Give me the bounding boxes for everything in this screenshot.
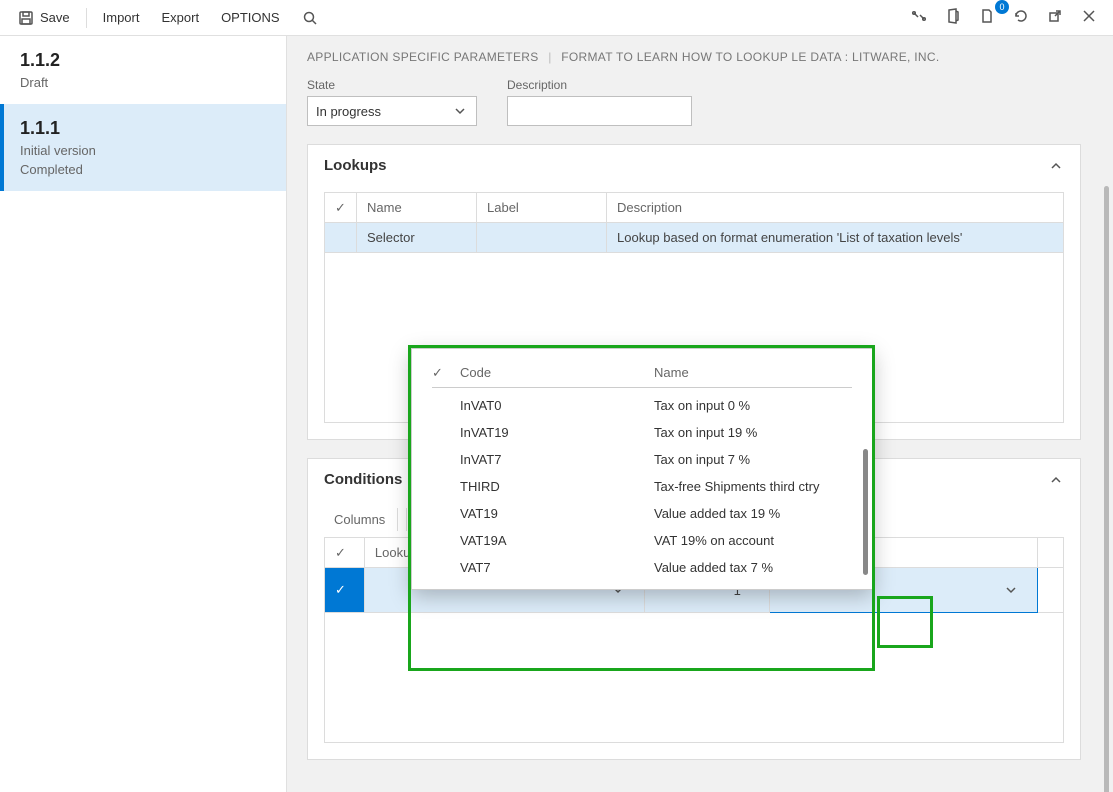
description-label: Description <box>507 78 692 92</box>
sidebar-item-111[interactable]: 1.1.1 Initial version Completed <box>0 104 286 191</box>
grid-empty-area <box>324 613 1064 743</box>
scrollbar[interactable] <box>1101 36 1113 792</box>
options-button[interactable]: OPTIONS <box>211 6 290 29</box>
state-label: State <box>307 78 477 92</box>
version-desc: Initial version <box>20 143 266 158</box>
cell-description: Lookup based on format enumeration 'List… <box>607 223 1064 253</box>
lookup-row[interactable]: Selector Lookup based on format enumerat… <box>325 223 1064 253</box>
col-select[interactable]: ✓ <box>325 193 357 223</box>
toolbar-sep <box>397 508 407 531</box>
breadcrumb: APPLICATION SPECIFIC PARAMETERS | FORMAT… <box>307 50 1081 64</box>
chevron-down-icon <box>452 103 468 119</box>
save-label: Save <box>40 10 70 25</box>
state-value: In progress <box>316 104 381 119</box>
col-name[interactable]: Name <box>654 365 689 381</box>
messages-button[interactable]: 0 <box>971 4 1003 31</box>
popup-header: ✓ Code Name <box>432 361 852 388</box>
col-description[interactable]: Description <box>607 193 1064 223</box>
connector-icon <box>911 8 927 24</box>
code-lookup-popup: ✓ Code Name InVAT0Tax on input 0 % InVAT… <box>411 348 873 590</box>
connector-button[interactable] <box>903 4 935 31</box>
cell-name: Selector <box>357 223 477 253</box>
refresh-button[interactable] <box>1005 4 1037 31</box>
columns-button[interactable]: Columns <box>326 508 393 531</box>
sidebar: 1.1.2 Draft 1.1.1 Initial version Comple… <box>0 36 287 792</box>
row-select[interactable]: ✓ <box>325 568 365 613</box>
separator <box>86 8 87 28</box>
toolbar: Save Import Export OPTIONS 0 <box>0 0 1113 36</box>
lookups-title: Lookups <box>324 157 387 174</box>
col-code[interactable]: Code <box>460 365 654 381</box>
breadcrumb-separator: | <box>548 50 551 64</box>
version-status: Completed <box>20 162 266 177</box>
popup-row[interactable]: VAT19Value added tax 19 % <box>432 500 852 527</box>
popup-row[interactable]: InVAT19Tax on input 19 % <box>432 419 852 446</box>
cell-label <box>477 223 607 253</box>
popup-row[interactable]: InVAT0Tax on input 0 % <box>432 392 852 419</box>
collapse-icon[interactable] <box>1048 472 1064 488</box>
row-select[interactable] <box>325 223 357 253</box>
scrollbar-thumb[interactable] <box>1104 186 1109 792</box>
state-field: State In progress <box>307 78 477 126</box>
check-icon[interactable]: ✓ <box>432 365 443 380</box>
sidebar-item-112[interactable]: 1.1.2 Draft <box>0 36 286 104</box>
document-icon <box>979 8 995 24</box>
chevron-down-icon[interactable] <box>1003 582 1019 598</box>
breadcrumb-part1: APPLICATION SPECIFIC PARAMETERS <box>307 50 539 64</box>
state-select[interactable]: In progress <box>307 96 477 126</box>
description-field: Description <box>507 78 692 126</box>
popup-scrollbar[interactable] <box>863 449 868 575</box>
search-button[interactable] <box>292 6 328 30</box>
conditions-title: Conditions <box>324 471 402 488</box>
version-title: 1.1.1 <box>20 118 266 139</box>
col-name[interactable]: Name <box>357 193 477 223</box>
col-spacer <box>1037 538 1063 568</box>
import-button[interactable]: Import <box>93 6 150 29</box>
lookups-grid: ✓ Name Label Description Selector Lookup… <box>324 192 1064 253</box>
col-label[interactable]: Label <box>477 193 607 223</box>
collapse-icon[interactable] <box>1048 158 1064 174</box>
popup-row[interactable]: VAT7Value added tax 7 % <box>432 554 852 581</box>
popup-row[interactable]: InVAT7Tax on input 7 % <box>432 446 852 473</box>
cell-spacer <box>1037 568 1063 613</box>
office-button[interactable] <box>937 4 969 31</box>
popout-button[interactable] <box>1039 4 1071 31</box>
version-title: 1.1.2 <box>20 50 266 71</box>
save-button[interactable]: Save <box>8 6 80 30</box>
col-select[interactable]: ✓ <box>325 538 365 568</box>
close-icon <box>1081 8 1097 24</box>
save-icon <box>18 10 34 26</box>
popout-icon <box>1047 8 1063 24</box>
breadcrumb-part2: FORMAT TO LEARN HOW TO LOOKUP LE DATA : … <box>561 50 939 64</box>
popup-row[interactable]: THIRDTax-free Shipments third ctry <box>432 473 852 500</box>
description-input[interactable] <box>507 96 692 126</box>
refresh-icon <box>1013 8 1029 24</box>
export-button[interactable]: Export <box>151 6 209 29</box>
close-button[interactable] <box>1073 4 1105 31</box>
popup-row[interactable]: VAT19AVAT 19% on account <box>432 527 852 554</box>
office-icon <box>945 8 961 24</box>
version-status: Draft <box>20 75 266 90</box>
search-icon <box>302 10 318 26</box>
